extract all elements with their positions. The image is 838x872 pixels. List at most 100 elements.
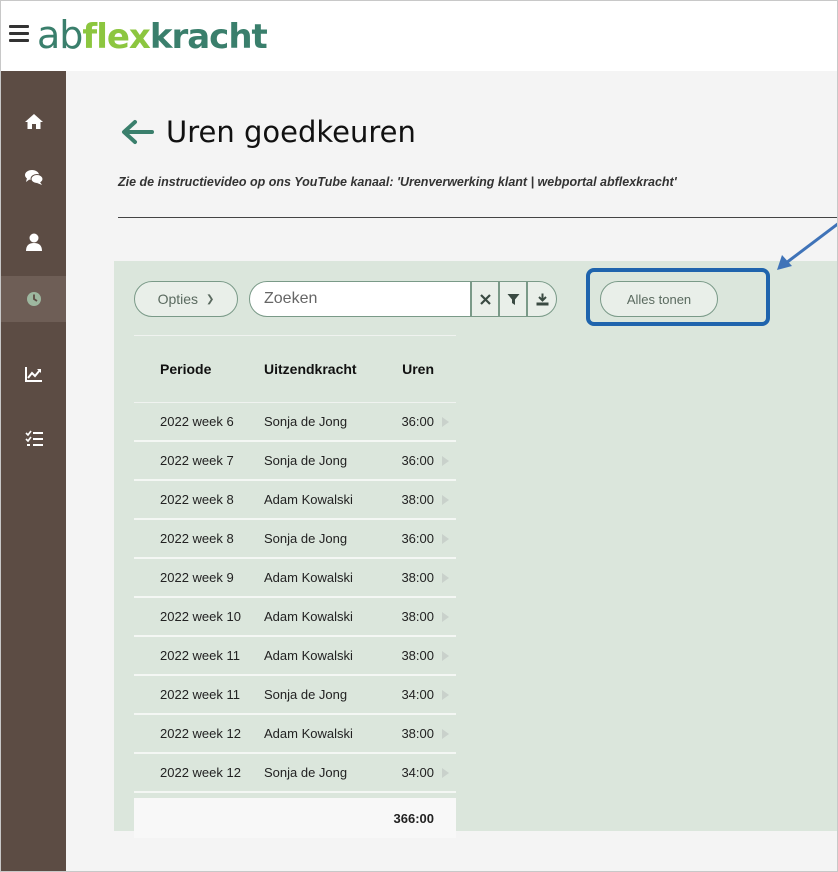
clear-button[interactable] — [471, 281, 499, 317]
row-expand-caret[interactable] — [434, 728, 456, 739]
cell-hours: 36:00 — [401, 453, 434, 468]
filter-button[interactable] — [499, 281, 527, 317]
cell-hours: 38:00 — [401, 726, 434, 741]
cell-period: 2022 week 11 — [160, 687, 240, 702]
caret-right-icon — [441, 416, 449, 427]
close-icon — [479, 293, 491, 305]
download-icon — [536, 293, 548, 305]
table-row[interactable]: 2022 week 7 Sonja de Jong 36:00 — [134, 442, 456, 481]
cell-hours: 38:00 — [401, 648, 434, 663]
cell-period: 2022 week 12 — [160, 726, 241, 741]
sidebar-item-profile[interactable] — [1, 219, 66, 265]
sidebar-item-hours[interactable] — [1, 276, 66, 322]
caret-right-icon — [441, 533, 449, 544]
cell-hours: 38:00 — [401, 570, 434, 585]
cell-worker: Adam Kowalski — [264, 726, 353, 741]
caret-right-icon — [441, 689, 449, 700]
caret-right-icon — [441, 611, 449, 622]
cell-worker: Adam Kowalski — [264, 609, 353, 624]
main-content: Uren goedkeuren Zie de instructievideo o… — [66, 71, 837, 871]
cell-period: 2022 week 6 — [160, 414, 234, 429]
caret-right-icon — [441, 494, 449, 505]
logo: abflexkracht — [37, 13, 268, 57]
hours-panel: Opties ❯ Alles tonen Periode Uitzendkrac… — [114, 261, 837, 838]
sidebar-item-messages[interactable] — [1, 154, 66, 200]
clock-icon — [26, 292, 41, 306]
cell-period: 2022 week 7 — [160, 453, 234, 468]
caret-right-icon — [441, 455, 449, 466]
table-header: Periode Uitzendkracht Uren — [134, 335, 456, 403]
chevron-down-icon: ❯ — [206, 293, 215, 305]
row-expand-caret[interactable] — [434, 416, 456, 427]
cell-worker: Sonja de Jong — [264, 531, 348, 546]
row-expand-caret[interactable] — [434, 494, 456, 505]
cell-hours: 36:00 — [401, 414, 434, 429]
cell-hours: 34:00 — [401, 687, 434, 702]
cell-period: 2022 week 11 — [160, 648, 240, 663]
table-row[interactable]: 2022 week 12 Sonja de Jong 34:00 — [134, 754, 456, 793]
cell-worker: Sonja de Jong — [264, 687, 348, 702]
chart-icon — [24, 367, 42, 382]
hours-table: Periode Uitzendkracht Uren 2022 week 6 So… — [134, 335, 456, 793]
top-bar: abflexkracht — [1, 1, 837, 71]
back-arrow-icon[interactable] — [118, 117, 156, 147]
row-expand-caret[interactable] — [434, 533, 456, 544]
caret-right-icon — [441, 650, 449, 661]
cell-worker: Adam Kowalski — [264, 570, 353, 585]
cell-hours: 38:00 — [401, 609, 434, 624]
row-expand-caret[interactable] — [434, 611, 456, 622]
options-button[interactable]: Opties ❯ — [134, 281, 238, 317]
cell-worker: Adam Kowalski — [264, 648, 353, 663]
table-row[interactable]: 2022 week 12 Adam Kowalski 38:00 — [134, 715, 456, 754]
menu-icon[interactable] — [9, 25, 29, 45]
show-all-button[interactable]: Alles tonen — [600, 281, 718, 317]
caret-right-icon — [441, 572, 449, 583]
cell-hours: 34:00 — [401, 765, 434, 780]
table-row[interactable]: 2022 week 9 Adam Kowalski 38:00 — [134, 559, 456, 598]
chat-icon — [24, 170, 43, 185]
user-icon — [25, 233, 42, 251]
table-row[interactable]: 2022 week 10 Adam Kowalski 38:00 — [134, 598, 456, 637]
filter-icon — [507, 293, 519, 305]
cell-worker: Sonja de Jong — [264, 453, 348, 468]
row-expand-caret[interactable] — [434, 689, 456, 700]
row-expand-caret[interactable] — [434, 650, 456, 661]
cell-worker: Adam Kowalski — [264, 492, 353, 507]
cell-period: 2022 week 9 — [160, 570, 234, 585]
sidebar — [1, 71, 66, 871]
cell-worker: Sonja de Jong — [264, 765, 348, 780]
instruction-text: Zie de instructievideo op ons YouTube ka… — [118, 175, 677, 189]
sidebar-item-home[interactable] — [1, 99, 66, 145]
list-icon — [24, 430, 43, 446]
table-row[interactable]: 2022 week 6 Sonja de Jong 36:00 — [134, 403, 456, 442]
cell-period: 2022 week 8 — [160, 492, 234, 507]
options-label: Opties — [157, 291, 199, 307]
row-expand-caret[interactable] — [434, 767, 456, 778]
caret-right-icon — [441, 728, 449, 739]
column-header-worker[interactable]: Uitzendkracht — [264, 361, 382, 377]
total-hours: 366:00 — [393, 810, 434, 826]
caret-right-icon — [441, 767, 449, 778]
column-header-period[interactable]: Periode — [134, 361, 264, 377]
table-total-row: 366:00 — [134, 798, 456, 838]
cell-worker: Sonja de Jong — [264, 414, 348, 429]
row-expand-caret[interactable] — [434, 572, 456, 583]
divider — [118, 217, 837, 218]
home-icon — [24, 114, 43, 129]
table-row[interactable]: 2022 week 8 Sonja de Jong 36:00 — [134, 520, 456, 559]
table-row[interactable]: 2022 week 8 Adam Kowalski 38:00 — [134, 481, 456, 520]
column-header-hours[interactable]: Uren — [382, 361, 434, 377]
download-button[interactable] — [527, 281, 557, 317]
cell-period: 2022 week 10 — [160, 609, 241, 624]
table-row[interactable]: 2022 week 11 Adam Kowalski 38:00 — [134, 637, 456, 676]
search-input[interactable] — [249, 281, 471, 317]
app-window: abflexkracht Uren goedkeuren Zie de inst… — [0, 0, 838, 872]
title-row: Uren goedkeuren — [118, 115, 416, 149]
page-title: Uren goedkeuren — [166, 115, 416, 149]
cell-period: 2022 week 8 — [160, 531, 234, 546]
sidebar-item-tasks[interactable] — [1, 416, 66, 462]
row-expand-caret[interactable] — [434, 455, 456, 466]
sidebar-item-reports[interactable] — [1, 351, 66, 397]
table-body: 2022 week 6 Sonja de Jong 36:00 2022 week 7… — [134, 403, 456, 793]
table-row[interactable]: 2022 week 11 Sonja de Jong 34:00 — [134, 676, 456, 715]
